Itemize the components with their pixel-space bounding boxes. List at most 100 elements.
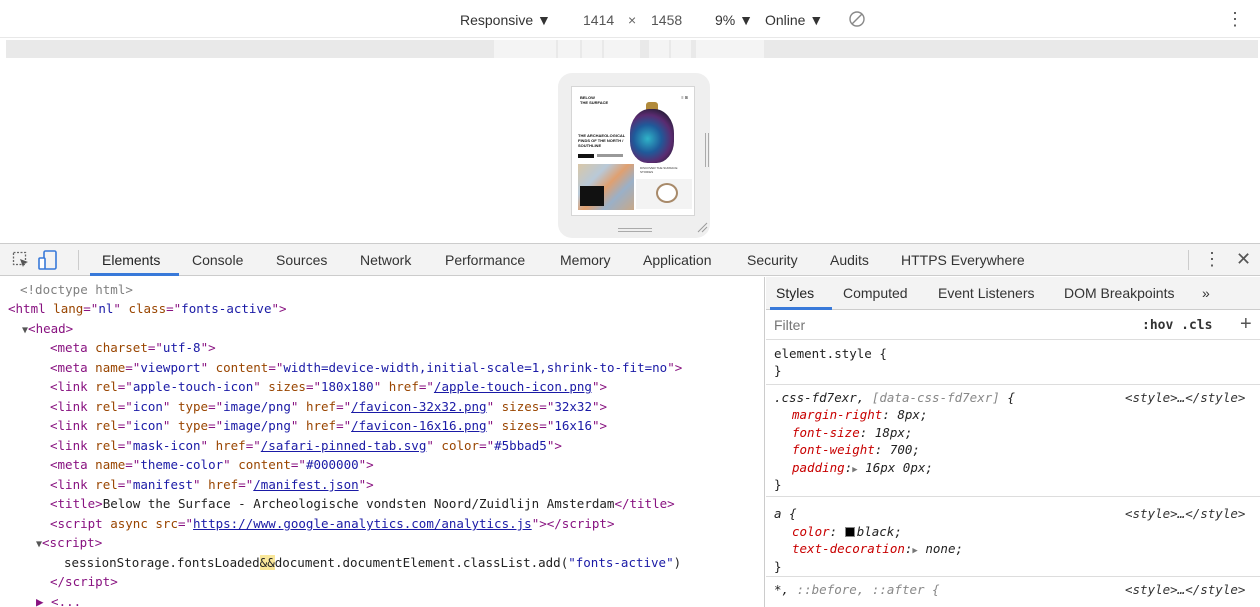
toggle-device-toolbar-icon[interactable] xyxy=(38,249,58,271)
inspect-element-icon[interactable] xyxy=(12,251,30,269)
device-toolbar-more-icon[interactable]: ⋮ xyxy=(1226,9,1244,30)
preview-logo-line: THE SURFACE xyxy=(580,100,609,105)
dom-node-meta-charset[interactable]: <meta charset="utf-8"> xyxy=(50,338,216,357)
styles-pane: Styles Computed Event Listeners DOM Brea… xyxy=(766,277,1260,607)
viewport-height-input[interactable]: 1458 xyxy=(651,12,682,28)
devtools-menu-icon[interactable]: ⋮ xyxy=(1203,249,1221,270)
rule-source-link[interactable]: <style>…</style> xyxy=(1125,505,1245,523)
styles-filter-bar: :hov .cls + xyxy=(766,311,1260,340)
tab-network[interactable]: Network xyxy=(360,252,411,268)
rule-source-link[interactable]: <style>…</style> xyxy=(1125,581,1245,599)
resize-handle-corner-icon[interactable] xyxy=(696,221,708,233)
tab-sources[interactable]: Sources xyxy=(276,252,327,268)
rule-selector: a { xyxy=(774,506,797,521)
css-property[interactable]: padding:▶ 16px 0px; xyxy=(792,459,933,480)
dom-node-doctype[interactable]: <!doctype html> xyxy=(20,280,133,299)
dom-node-title[interactable]: <title>Below the Surface - Archeologisch… xyxy=(50,494,675,513)
elements-dom-tree[interactable]: <!doctype html> <html lang="nl" class="f… xyxy=(0,277,765,607)
network-throttle-select[interactable]: Online ▼ xyxy=(765,12,823,28)
tab-application[interactable]: Application xyxy=(643,252,712,268)
media-query-segment[interactable] xyxy=(696,40,764,58)
preview-pot-image xyxy=(656,183,678,203)
resize-handle-right[interactable] xyxy=(705,133,709,167)
tab-security[interactable]: Security xyxy=(747,252,798,268)
rule-selector: *, ::before, ::after { xyxy=(774,582,940,597)
new-style-rule-button[interactable]: + xyxy=(1240,313,1252,336)
disable-throttling-icon[interactable] xyxy=(848,10,866,28)
expand-shorthand-icon: ▶ xyxy=(852,465,858,475)
tab-event-listeners[interactable]: Event Listeners xyxy=(938,285,1035,301)
dimension-separator: × xyxy=(628,12,637,28)
css-property[interactable]: font-weight: 700; xyxy=(792,441,920,459)
tab-console[interactable]: Console xyxy=(192,252,243,268)
dom-node-script-close[interactable]: </script> xyxy=(50,572,118,591)
style-rule-element[interactable]: element.style { } xyxy=(766,341,1260,385)
media-query-segment[interactable] xyxy=(494,40,556,58)
tab-memory[interactable]: Memory xyxy=(560,252,611,268)
dom-node-html[interactable]: <html lang="nl" class="fonts-active"> xyxy=(8,299,287,318)
media-query-segment[interactable] xyxy=(671,40,691,58)
toolbar-divider xyxy=(1188,250,1189,270)
css-property[interactable]: text-decoration:▶ none; xyxy=(792,540,963,561)
device-frame: BELOW THE SURFACE ≡ ⊞ THE ARCHAEOLOGICAL… xyxy=(558,73,710,238)
tab-audits[interactable]: Audits xyxy=(830,252,869,268)
style-rule-universal[interactable]: *, ::before, ::after { <style>…</style> xyxy=(766,577,1260,607)
tab-performance[interactable]: Performance xyxy=(445,252,525,268)
rule-close-brace: } xyxy=(774,477,782,492)
tab-computed[interactable]: Computed xyxy=(843,285,908,301)
dom-node-link-icon-16[interactable]: <link rel="icon" type="image/png" href="… xyxy=(50,416,607,435)
dom-node-link-apple-icon[interactable]: <link rel="apple-touch-icon" sizes="180x… xyxy=(50,377,607,396)
resize-handle-bottom[interactable] xyxy=(618,228,652,232)
style-rule-a[interactable]: a { <style>…</style> color: black; text-… xyxy=(766,497,1260,577)
rule-selector: element.style { xyxy=(774,346,887,361)
tab-styles[interactable]: Styles xyxy=(776,285,814,301)
media-query-bar[interactable] xyxy=(6,40,1258,58)
css-property[interactable]: font-size: 18px; xyxy=(792,424,912,442)
style-rule-css-fd7exr[interactable]: .css-fd7exr, [data-css-fd7exr] { <style>… xyxy=(766,385,1260,497)
dom-node-meta-theme[interactable]: <meta name="theme-color" content="#00000… xyxy=(50,455,374,474)
media-query-segment[interactable] xyxy=(558,40,580,58)
css-property[interactable]: margin-right: 8px; xyxy=(792,406,927,424)
dom-node-link-mask-icon[interactable]: <link rel="mask-icon" href="/safari-pinn… xyxy=(50,436,562,455)
page-preview[interactable]: BELOW THE SURFACE ≡ ⊞ THE ARCHAEOLOGICAL… xyxy=(571,86,695,216)
styles-filter-input[interactable] xyxy=(774,317,1124,333)
rule-close-brace: } xyxy=(774,363,782,378)
tab-elements[interactable]: Elements xyxy=(102,252,160,268)
viewport-width-input[interactable]: 1414 xyxy=(583,12,614,28)
dom-node-script-inline[interactable]: ▼<script> xyxy=(36,533,102,554)
media-query-segment[interactable] xyxy=(582,40,602,58)
expand-shorthand-icon: ▶ xyxy=(912,546,918,556)
css-property[interactable]: color: black; xyxy=(792,523,902,541)
rule-close-brace: } xyxy=(774,559,782,574)
device-toolbar: Responsive ▼ 1414 × 1458 9% ▼ Online ▼ ⋮ xyxy=(0,0,1260,38)
preview-heading: THE ARCHAEOLOGICAL FINDS OF THE NORTH / … xyxy=(578,133,626,148)
media-query-segment[interactable] xyxy=(604,40,640,58)
device-mode-select[interactable]: Responsive ▼ xyxy=(460,12,551,28)
active-tab-indicator xyxy=(90,273,179,276)
hov-cls-toggle[interactable]: :hov .cls xyxy=(1142,318,1212,333)
active-tab-indicator xyxy=(770,307,832,310)
dom-node-link-manifest[interactable]: <link rel="manifest" href="/manifest.jso… xyxy=(50,475,374,494)
rule-selector: .css-fd7exr, [data-css-fd7exr] { xyxy=(774,390,1015,405)
preview-button xyxy=(578,154,594,158)
toolbar-divider xyxy=(78,250,79,270)
tab-https-everywhere[interactable]: HTTPS Everywhere xyxy=(901,252,1025,268)
dom-node-meta-viewport[interactable]: <meta name="viewport" content="width=dev… xyxy=(50,358,682,377)
preview-vase-image xyxy=(630,109,674,163)
color-swatch-icon xyxy=(844,527,855,537)
preview-logo: BELOW THE SURFACE xyxy=(580,95,608,105)
close-devtools-icon[interactable]: ✕ xyxy=(1236,249,1251,270)
dom-node-link-icon-32[interactable]: <link rel="icon" type="image/png" href="… xyxy=(50,397,607,416)
preview-link xyxy=(597,154,623,157)
devtools-tab-bar: Elements Console Sources Network Perform… xyxy=(0,243,1260,276)
dom-node-script-body[interactable]: sessionStorage.fontsLoaded&&document.doc… xyxy=(64,553,681,572)
tab-dom-breakpoints[interactable]: DOM Breakpoints xyxy=(1064,285,1174,301)
zoom-select[interactable]: 9% ▼ xyxy=(715,12,753,28)
media-query-segment[interactable] xyxy=(649,40,669,58)
dom-node-script-analytics[interactable]: <script async src="https://www.google-an… xyxy=(50,514,614,533)
styles-tab-bar: Styles Computed Event Listeners DOM Brea… xyxy=(766,277,1260,310)
preview-map-overlay xyxy=(580,186,604,206)
dom-node-partial[interactable]: ▶ <... xyxy=(36,592,81,607)
more-tabs-icon[interactable]: » xyxy=(1202,285,1210,301)
rule-source-link[interactable]: <style>…</style> xyxy=(1125,389,1245,407)
